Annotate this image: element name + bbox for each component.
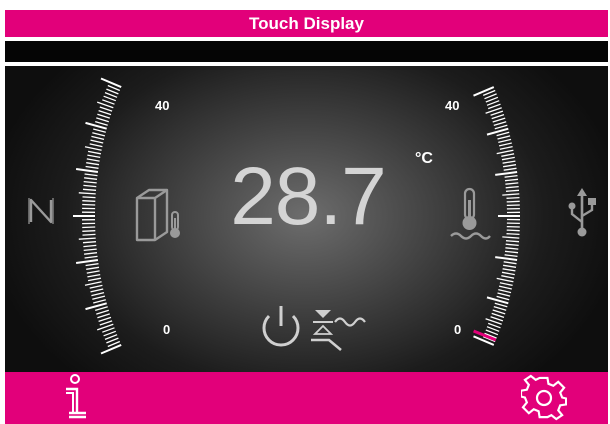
scale-tick (491, 312, 505, 319)
scale-tick (502, 193, 520, 196)
right-scale-min: 0 (454, 322, 462, 337)
scale-tick (504, 254, 518, 258)
enclosure-temperature-icon[interactable] (133, 186, 185, 242)
nfc-icon[interactable] (27, 194, 55, 228)
scale-tick (499, 282, 513, 287)
usb-icon[interactable] (567, 184, 597, 240)
scale-tick (493, 121, 507, 127)
scale-tick (502, 268, 516, 272)
scale-tick (497, 135, 511, 140)
scale-tick (503, 264, 517, 268)
scale-tick (490, 316, 504, 322)
footer-bar (5, 372, 608, 424)
scale-tick (501, 275, 515, 279)
scale-tick (505, 182, 519, 185)
page-title: Touch Display (249, 13, 364, 33)
scale-tick (504, 178, 519, 182)
scale-tick (505, 247, 519, 250)
scale-tick (503, 167, 517, 171)
scale-tick (490, 110, 504, 116)
water-temperature-icon[interactable] (449, 186, 491, 242)
scale-tick (493, 305, 507, 311)
temperature-readout: 28.7 (230, 151, 387, 242)
scale-tick (505, 243, 519, 247)
scale-tick (487, 322, 501, 329)
scale-tick (494, 124, 508, 130)
scale-tick (501, 271, 515, 276)
left-scale-max: 40 (155, 98, 170, 113)
temperature-unit: °C (415, 150, 433, 167)
scale-tick (492, 117, 506, 123)
scale-tick (505, 185, 519, 189)
scale-tick (498, 138, 512, 144)
scale-tick (496, 131, 510, 137)
scale-tick (487, 103, 501, 110)
scale-tick (505, 240, 520, 243)
scale-tick (506, 233, 520, 236)
scale-tick (498, 288, 512, 294)
scale-tick (501, 153, 515, 157)
scale-tick (503, 164, 517, 168)
scale-tick (492, 309, 506, 315)
scale-tick (504, 174, 518, 178)
title-bar: Touch Display (5, 10, 608, 37)
right-scale-max: 40 (445, 98, 460, 113)
scale-tick (503, 261, 517, 265)
scale-tick (506, 200, 520, 203)
scale-tick (495, 171, 518, 176)
display-panel: 40 0 40 0 28.7 °C (5, 66, 608, 372)
scale-tick (502, 160, 516, 164)
scale-tick (506, 196, 520, 199)
scale-tick (498, 142, 512, 147)
scale-tick (506, 229, 520, 232)
scale-tick (502, 236, 520, 239)
scale-tick (496, 277, 514, 283)
scale-tick (491, 113, 505, 120)
scale-tick (498, 285, 512, 290)
scale-tick (473, 86, 495, 97)
left-scale-min: 0 (163, 322, 171, 337)
scale-tick (494, 302, 508, 308)
scale-tick (496, 149, 514, 155)
scale-tick (497, 292, 511, 297)
info-icon[interactable] (55, 373, 95, 423)
scale-tick (496, 295, 510, 301)
scale-tick (504, 250, 519, 254)
status-strip (5, 41, 608, 62)
scale-tick (495, 256, 518, 261)
power-mode-icon[interactable] (259, 300, 379, 352)
scale-tick (505, 189, 520, 192)
settings-gear-icon[interactable] (521, 374, 567, 422)
scale-tick (499, 145, 513, 150)
scale-tick (501, 156, 515, 161)
